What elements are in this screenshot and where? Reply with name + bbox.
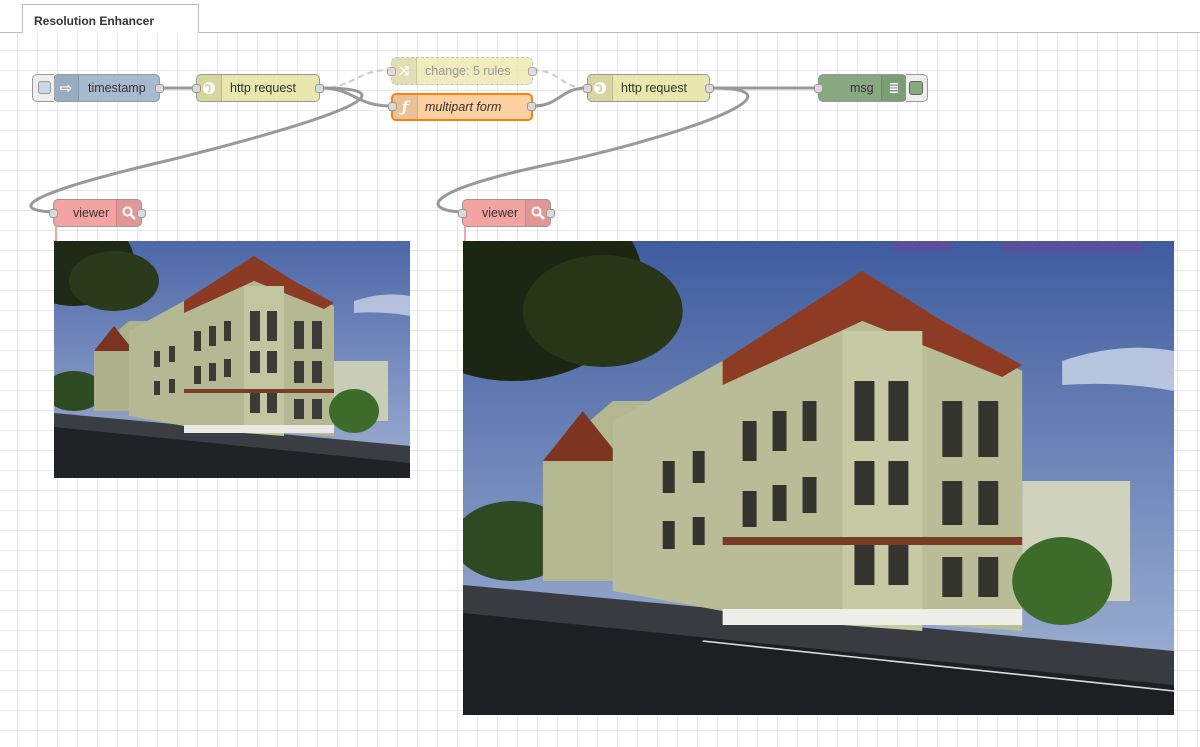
viewer-node-2[interactable]: viewer xyxy=(458,199,555,227)
output-port[interactable] xyxy=(315,84,324,93)
input-port[interactable] xyxy=(388,102,397,111)
http-request-node-2[interactable]: http request xyxy=(583,74,714,102)
http-request-2-label: http request xyxy=(621,81,688,95)
viewer-1-image xyxy=(54,241,410,478)
output-port[interactable] xyxy=(527,102,536,111)
input-port[interactable] xyxy=(387,67,396,76)
viewer-2-label: viewer xyxy=(482,206,519,220)
tab-resolution-enhancer[interactable]: Resolution Enhancer xyxy=(22,4,199,34)
debug-list-icon: ≣ xyxy=(881,75,906,101)
input-port[interactable] xyxy=(49,209,58,218)
inject-trigger-button[interactable] xyxy=(32,74,54,102)
timestamp-label: timestamp xyxy=(88,81,146,95)
output-port[interactable] xyxy=(528,67,537,76)
timestamp-node[interactable]: ⇨ timestamp xyxy=(32,74,164,102)
viewer-1-flag xyxy=(55,226,57,241)
tab-bar: Resolution Enhancer xyxy=(0,0,1200,34)
inject-arrow-icon: ⇨ xyxy=(54,75,79,101)
viewer-1-label: viewer xyxy=(73,206,110,220)
function-label: multipart form xyxy=(425,100,502,114)
http-request-1-label: http request xyxy=(230,81,297,95)
input-port[interactable] xyxy=(814,84,823,93)
input-port[interactable] xyxy=(583,84,592,93)
output-port[interactable] xyxy=(546,209,555,218)
change-label: change: 5 rules xyxy=(425,64,511,78)
output-port[interactable] xyxy=(155,84,164,93)
http-request-node-1[interactable]: http request xyxy=(192,74,324,102)
viewer-2-image xyxy=(463,241,1174,715)
change-node[interactable]: ⤨ change: 5 rules xyxy=(387,57,537,85)
debug-label: msg xyxy=(850,81,874,95)
output-port[interactable] xyxy=(705,84,714,93)
output-port[interactable] xyxy=(137,209,146,218)
function-node[interactable]: ƒ multipart form xyxy=(388,93,536,121)
viewer-node-1[interactable]: viewer xyxy=(49,199,146,227)
input-port[interactable] xyxy=(458,209,467,218)
input-port[interactable] xyxy=(192,84,201,93)
viewer-2-flag xyxy=(464,226,466,241)
debug-node[interactable]: msg ≣ xyxy=(814,74,928,102)
debug-toggle-button[interactable] xyxy=(906,74,928,102)
